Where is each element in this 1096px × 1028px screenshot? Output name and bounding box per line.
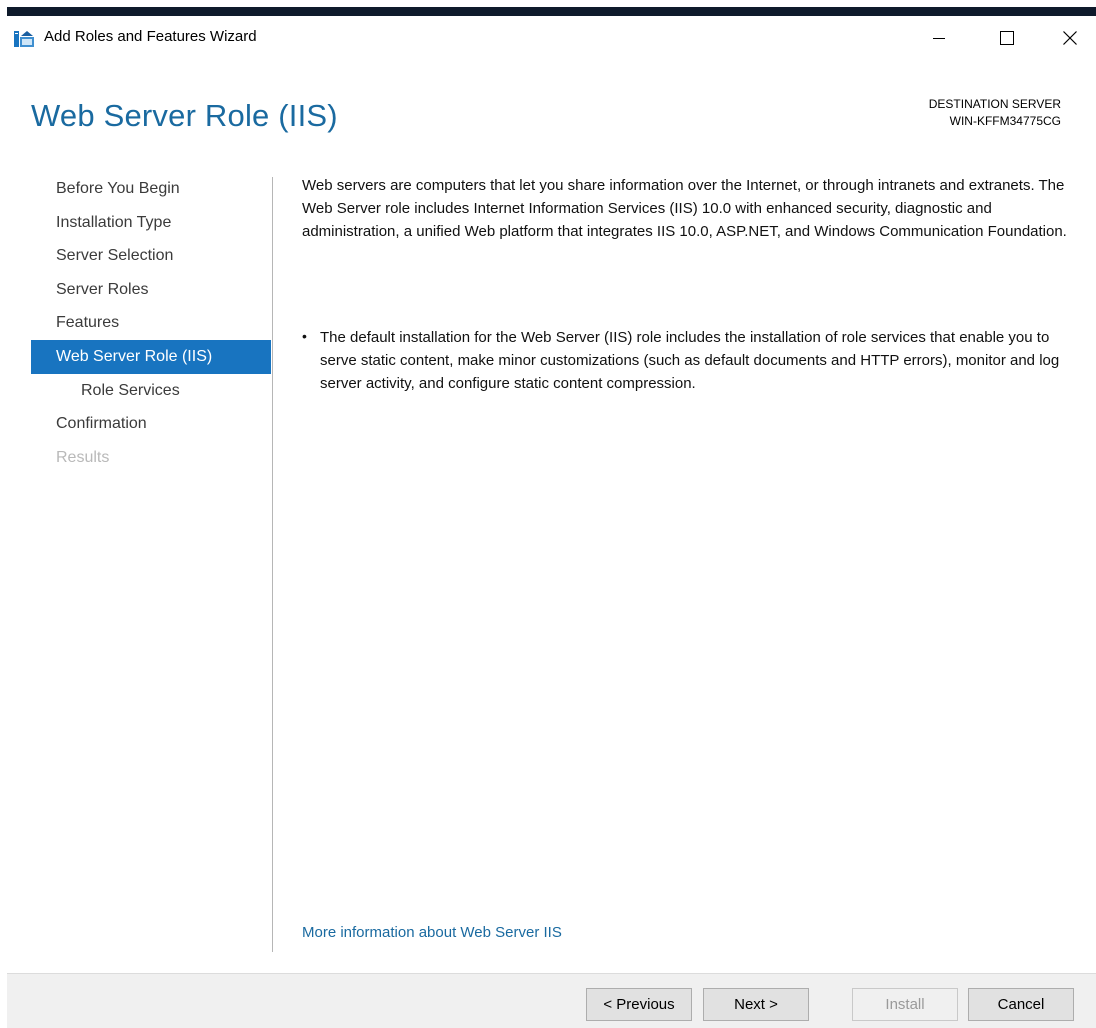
title-bar: Add Roles and Features Wizard bbox=[7, 16, 1096, 60]
content-pane: Web servers are computers that let you s… bbox=[302, 174, 1072, 392]
server-manager-wizard-icon bbox=[14, 31, 34, 47]
nav-divider bbox=[272, 177, 273, 952]
nav-item-installation-type[interactable]: Installation Type bbox=[31, 206, 271, 240]
destination-server-name: WIN-KFFM34775CG bbox=[949, 114, 1061, 128]
bullet-item: • The default installation for the Web S… bbox=[302, 326, 1082, 395]
maximize-button[interactable] bbox=[976, 16, 1038, 60]
page-title: Web Server Role (IIS) bbox=[31, 98, 338, 133]
bullet-dot-icon: • bbox=[302, 328, 307, 344]
close-icon bbox=[1063, 31, 1077, 45]
nav-item-features[interactable]: Features bbox=[31, 306, 271, 340]
title-accent-bar bbox=[7, 7, 1096, 16]
nav-item-server-roles[interactable]: Server Roles bbox=[31, 273, 271, 307]
close-button[interactable] bbox=[1039, 16, 1096, 60]
nav-item-web-server-role[interactable]: Web Server Role (IIS) bbox=[31, 340, 271, 374]
destination-server-label: DESTINATION SERVER bbox=[928, 97, 1061, 111]
footer-bar: < Previous Next > Install Cancel bbox=[7, 973, 1096, 1028]
nav-item-before-you-begin[interactable]: Before You Begin bbox=[31, 172, 271, 206]
bullet-text: The default installation for the Web Ser… bbox=[320, 329, 1060, 392]
wizard-window: Add Roles and Features Wizard Web Server… bbox=[7, 7, 1096, 1028]
minimize-icon bbox=[933, 38, 945, 39]
nav-item-role-services[interactable]: Role Services bbox=[31, 374, 271, 408]
next-button[interactable]: Next > bbox=[703, 988, 809, 1021]
maximize-icon bbox=[1000, 31, 1014, 45]
minimize-button[interactable] bbox=[908, 16, 970, 60]
nav-item-server-selection[interactable]: Server Selection bbox=[31, 239, 271, 273]
previous-button[interactable]: < Previous bbox=[586, 988, 692, 1021]
page-header: Web Server Role (IIS) DESTINATION SERVER… bbox=[7, 60, 1096, 167]
more-info-link[interactable]: More information about Web Server IIS bbox=[302, 924, 562, 941]
intro-text: Web servers are computers that let you s… bbox=[302, 177, 1067, 240]
install-button: Install bbox=[852, 988, 958, 1021]
wizard-navigation: Before You Begin Installation Type Serve… bbox=[7, 172, 273, 952]
window-title: Add Roles and Features Wizard bbox=[44, 28, 257, 45]
nav-item-confirmation[interactable]: Confirmation bbox=[31, 407, 271, 441]
nav-item-results: Results bbox=[56, 449, 110, 466]
cancel-button[interactable]: Cancel bbox=[968, 988, 1074, 1021]
